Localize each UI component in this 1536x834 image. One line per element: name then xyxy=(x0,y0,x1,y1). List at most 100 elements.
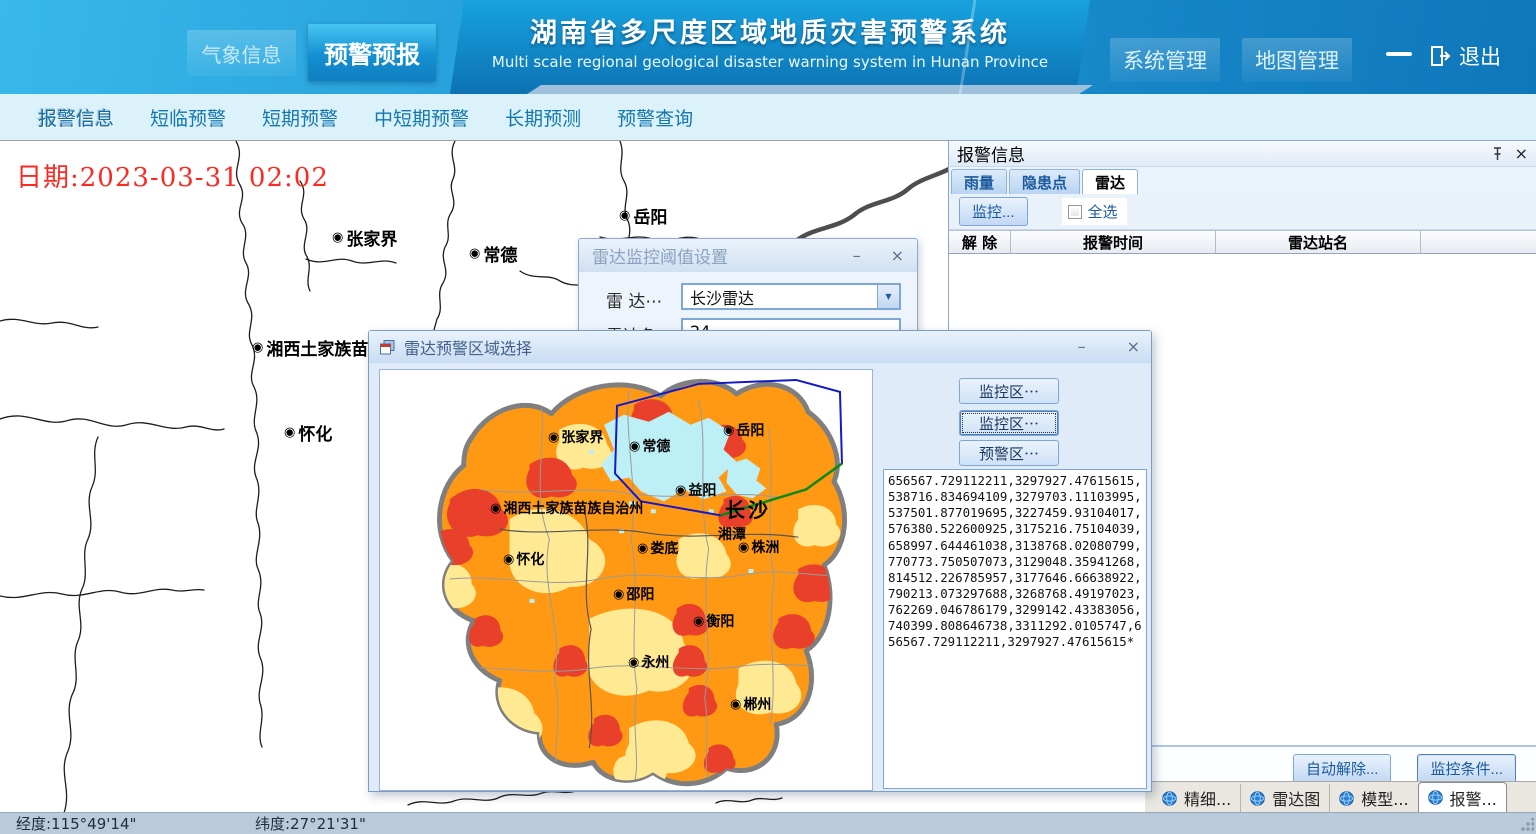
subnav-item-nowcast-warning[interactable]: 短临预警 xyxy=(150,104,226,131)
form-window-icon xyxy=(380,340,395,355)
radar-field-label: 雷 达⋯ xyxy=(606,287,662,312)
header-accent-bar xyxy=(527,85,1093,94)
bottom-view-tabs: 精细... 雷达图 模型... 报警... xyxy=(1145,781,1536,812)
city-marker-icon: ◉ xyxy=(469,247,480,260)
radar-threshold-dialog: 雷达监控阈值设置 – × 雷 达⋯ 长沙雷达 ▼ 雷达色 ⋯ 24 xyxy=(578,238,918,338)
select-all-checkbox[interactable] xyxy=(1068,205,1082,219)
globe-icon xyxy=(1250,791,1265,806)
exit-button[interactable]: 退出 xyxy=(1428,38,1501,74)
column-radar-station[interactable]: 雷达站名 xyxy=(1216,231,1421,253)
globe-icon xyxy=(1339,791,1354,806)
auto-release-button[interactable]: 自动解除... xyxy=(1293,754,1392,783)
city-label: 湘西土家族苗 xyxy=(266,335,368,360)
city-marker-icon: ◉ xyxy=(738,541,749,554)
minimize-icon[interactable]: – xyxy=(853,248,861,264)
monitor-zone-button-2[interactable]: 监控区⋯ xyxy=(959,410,1059,436)
city-label: 邵阳 xyxy=(626,584,654,604)
select-all-control[interactable]: 全选 xyxy=(1062,198,1127,225)
tab-rainfall[interactable]: 雨量 xyxy=(951,169,1007,194)
latitude-readout: 纬度:27°21'31" xyxy=(255,813,366,834)
minimize-button[interactable] xyxy=(1386,52,1412,56)
column-alarm-time[interactable]: 报警时间 xyxy=(1011,231,1216,253)
city-label: 株洲 xyxy=(751,537,779,557)
city-label: 怀化 xyxy=(298,420,332,445)
subnav-item-warning-query[interactable]: 预警查询 xyxy=(617,104,693,131)
dialog-titlebar: 雷达预警区域选择 – × xyxy=(369,331,1151,363)
tab-alarm-view[interactable]: 报警... xyxy=(1418,782,1507,812)
city-label: 岳阳 xyxy=(633,203,667,228)
city-label: 永州 xyxy=(641,652,669,672)
city-marker-icon: ◉ xyxy=(619,209,630,222)
radar-select-value: 长沙雷达 xyxy=(683,285,877,309)
nav-map-management-button[interactable]: 地图管理 xyxy=(1242,38,1352,82)
city-marker-icon: ◉ xyxy=(284,426,295,439)
tab-label: 报警... xyxy=(1450,786,1497,810)
alarm-panel-tabs: 雨量 隐患点 雷达 xyxy=(949,167,1536,194)
city-label: 衡阳 xyxy=(706,611,734,631)
pin-icon[interactable] xyxy=(1492,147,1503,161)
exit-label: 退出 xyxy=(1459,41,1501,71)
radar-select[interactable]: 长沙雷达 ▼ xyxy=(681,283,901,310)
city-label: 岳阳 xyxy=(736,420,764,440)
city-label: 益阳 xyxy=(688,480,716,500)
city-marker-icon: ◉ xyxy=(332,231,343,244)
tab-radar[interactable]: 雷达 xyxy=(1082,169,1138,194)
warning-zone-button[interactable]: 预警区⋯ xyxy=(959,440,1059,466)
dialog-title: 雷达监控阈值设置 xyxy=(592,243,853,268)
radar-region-dialog: 雷达预警区域选择 – × xyxy=(368,330,1152,792)
city-label: 常德 xyxy=(483,241,517,266)
city-marker-icon: ◉ xyxy=(613,588,624,601)
nav-warning-forecast-button[interactable]: 预警预报 xyxy=(308,24,436,81)
tab-hazard-points[interactable]: 隐患点 xyxy=(1009,169,1080,194)
subnav-item-midshort-warning[interactable]: 中短期预警 xyxy=(374,104,469,131)
city-marker-icon: ◉ xyxy=(628,656,639,669)
close-icon[interactable]: × xyxy=(891,248,904,264)
tab-fine-view[interactable]: 精细... xyxy=(1153,784,1240,812)
tab-radar-image[interactable]: 雷达图 xyxy=(1240,784,1329,812)
status-bar: 经度:115°49'14" 纬度:27°21'31" xyxy=(0,812,1536,834)
monitor-button[interactable]: 监控... xyxy=(959,197,1028,226)
subnav-item-longterm-forecast[interactable]: 长期预测 xyxy=(505,104,581,131)
app-title-band: 湖南省多尺度区域地质灾害预警系统 Multi scale regional ge… xyxy=(450,0,1090,94)
app-header: 气象信息 预警预报 湖南省多尺度区域地质灾害预警系统 Multi scale r… xyxy=(0,0,1536,94)
city-label: 郴州 xyxy=(743,694,771,714)
subnav-item-alarm-info[interactable]: 报警信息 xyxy=(38,104,114,131)
city-marker-icon: ◉ xyxy=(730,698,741,711)
city-marker-icon: ◉ xyxy=(723,424,734,437)
globe-icon xyxy=(1162,791,1177,806)
tab-label: 雷达图 xyxy=(1272,786,1320,810)
resize-grip[interactable] xyxy=(1520,818,1534,832)
alarm-panel-title: 报警信息 xyxy=(957,141,1480,166)
close-icon[interactable]: × xyxy=(1127,339,1140,355)
monitor-condition-button[interactable]: 监控条件... xyxy=(1417,754,1516,783)
region-coordinates-textarea[interactable]: 656567.729112211,3297927.47615615,538716… xyxy=(883,469,1147,789)
exit-door-icon xyxy=(1428,44,1452,68)
tab-label: 精细... xyxy=(1184,786,1231,810)
minimize-icon[interactable]: – xyxy=(1078,339,1086,355)
monitor-zone-button-1[interactable]: 监控区⋯ xyxy=(959,378,1059,404)
city-marker-icon: ◉ xyxy=(675,484,686,497)
warning-subnav: 报警信息 短临预警 短期预警 中短期预警 长期预测 预警查询 xyxy=(0,94,1536,140)
warning-level-map[interactable]: ◉张家界 ◉常德 ◉岳阳 ◉益阳 长沙 ◉湘西土家族苗族自治州 ◉怀化 ◉娄底 … xyxy=(379,369,873,791)
app-subtitle: Multi scale regional geological disaster… xyxy=(450,53,1090,71)
subnav-item-shortterm-warning[interactable]: 短期预警 xyxy=(262,104,338,131)
region-dialog-side-panel: 监控区⋯ 监控区⋯ 预警区⋯ 656567.729112211,3297927.… xyxy=(878,369,1148,791)
city-marker-icon: ◉ xyxy=(490,502,501,515)
city-label: 湘西土家族苗族自治州 xyxy=(503,498,643,518)
city-marker-icon: ◉ xyxy=(548,431,559,444)
alarm-panel-toolbar: 监控... 全选 xyxy=(949,194,1536,230)
close-icon[interactable]: × xyxy=(1515,146,1528,162)
city-label: 长沙 xyxy=(725,494,771,523)
column-release[interactable]: 解 除 xyxy=(949,231,1011,253)
city-label: 娄底 xyxy=(650,538,678,558)
dialog-titlebar: 雷达监控阈值设置 – × xyxy=(579,239,917,272)
tab-label: 模型... xyxy=(1361,786,1408,810)
hunan-warning-map-graphic xyxy=(380,370,872,790)
chevron-down-icon: ▼ xyxy=(885,292,891,301)
nav-weather-info-button[interactable]: 气象信息 xyxy=(187,30,296,76)
dropdown-button[interactable]: ▼ xyxy=(877,285,899,308)
city-marker-icon: ◉ xyxy=(503,553,514,566)
tab-model-view[interactable]: 模型... xyxy=(1329,784,1417,812)
longitude-readout: 经度:115°49'14" xyxy=(16,813,136,834)
nav-system-management-button[interactable]: 系统管理 xyxy=(1110,38,1220,82)
